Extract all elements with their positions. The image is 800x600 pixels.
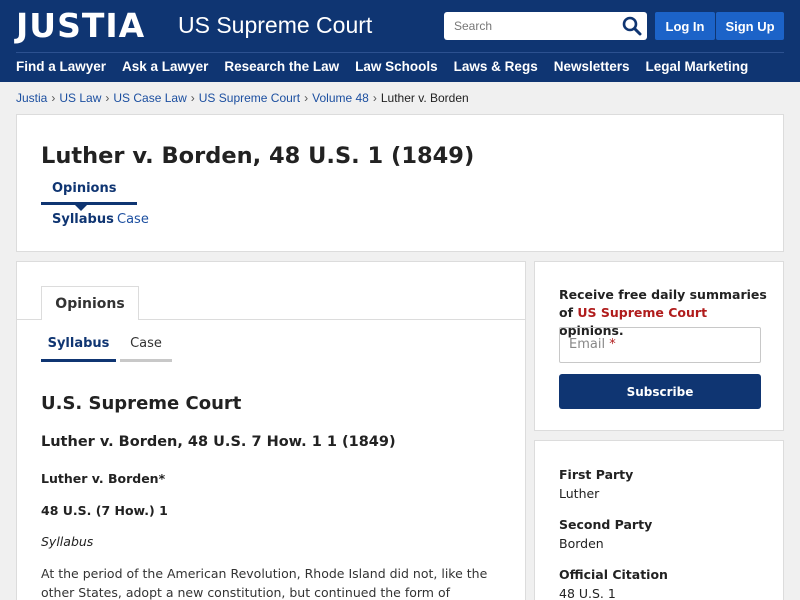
breadcrumb-separator: ›: [51, 91, 56, 105]
breadcrumb: Justia › US Law › US Case Law › US Supreme Cou…: [16, 91, 469, 105]
page-title: Luther v. Borden, 48 U.S. 1 (1849): [41, 143, 475, 169]
nav-newsletters[interactable]: Newsletters: [554, 59, 630, 74]
court-heading: U.S. Supreme Court: [41, 393, 242, 414]
tab-case[interactable]: Case: [120, 336, 172, 362]
search-input[interactable]: [444, 12, 616, 40]
official-citation-value: 48 U.S. 1: [559, 586, 616, 600]
second-party-value: Borden: [559, 536, 604, 551]
nav-law-schools[interactable]: Law Schools: [355, 59, 438, 74]
breadcrumb-volume-48[interactable]: Volume 48: [312, 91, 369, 105]
breadcrumb-separator: ›: [372, 91, 377, 105]
login-button[interactable]: Log In: [655, 12, 715, 40]
caret-down-icon: [75, 205, 87, 211]
email-field: Email *: [559, 327, 761, 363]
first-party-value: Luther: [559, 486, 600, 501]
header-divider: [16, 52, 784, 53]
jump-opinions-label[interactable]: Opinions: [52, 181, 116, 196]
breadcrumb-separator: ›: [304, 91, 309, 105]
section-label: Syllabus: [41, 534, 94, 549]
breadcrumb-us-case-law[interactable]: US Case Law: [113, 91, 186, 105]
official-citation-label: Official Citation: [559, 567, 668, 582]
nav-legal-marketing[interactable]: Legal Marketing: [646, 59, 749, 74]
breadcrumb-separator: ›: [105, 91, 110, 105]
case-facts-card: First Party Luther Second Party Borden O…: [534, 440, 784, 600]
case-name: Luther v. Borden*: [41, 471, 166, 486]
signup-button[interactable]: Sign Up: [716, 12, 784, 40]
breadcrumb-separator: ›: [190, 91, 195, 105]
site-header: JUSTIA US Supreme Court Log In Sign Up F…: [0, 0, 800, 82]
search-box: [444, 12, 647, 40]
main-nav: Find a Lawyer Ask a Lawyer Research the …: [16, 59, 748, 74]
jump-syllabus-link[interactable]: Syllabus: [52, 212, 114, 227]
tab-syllabus[interactable]: Syllabus: [41, 336, 116, 362]
syllabus-paragraph: At the period of the American Revolution…: [41, 566, 488, 600]
nav-find-a-lawyer[interactable]: Find a Lawyer: [16, 59, 106, 74]
tab-opinions[interactable]: Opinions: [41, 286, 139, 320]
breadcrumb-current: Luther v. Borden: [380, 91, 469, 105]
breadcrumb-us-law[interactable]: US Law: [59, 91, 101, 105]
justia-logo[interactable]: JUSTIA: [16, 6, 145, 45]
subscribe-text-highlight: US Supreme Court: [577, 305, 708, 320]
search-icon: [622, 16, 642, 36]
subscribe-card: Receive free daily summaries of US Supre…: [534, 261, 784, 431]
nav-ask-a-lawyer[interactable]: Ask a Lawyer: [122, 59, 208, 74]
subscribe-button[interactable]: Subscribe: [559, 374, 761, 409]
jump-opinions-underline: [41, 202, 137, 205]
section-title[interactable]: US Supreme Court: [178, 12, 372, 39]
first-party-label: First Party: [559, 467, 634, 482]
second-party-label: Second Party: [559, 517, 653, 532]
case-citation: 48 U.S. (7 How.) 1: [41, 503, 168, 518]
search-button[interactable]: [617, 12, 647, 40]
nav-laws-regs[interactable]: Laws & Regs: [454, 59, 538, 74]
case-heading: Luther v. Borden, 48 U.S. 7 How. 1 1 (18…: [41, 434, 396, 450]
nav-research-the-law[interactable]: Research the Law: [224, 59, 339, 74]
case-title-card: Luther v. Borden, 48 U.S. 1 (1849) Opini…: [16, 114, 784, 252]
jump-case-link[interactable]: Case: [117, 212, 149, 227]
breadcrumb-us-supreme-court[interactable]: US Supreme Court: [199, 91, 300, 105]
breadcrumb-justia[interactable]: Justia: [16, 91, 47, 105]
email-input[interactable]: [560, 328, 760, 362]
opinion-content-card: Opinions Syllabus Case U.S. Supreme Cour…: [16, 261, 526, 600]
